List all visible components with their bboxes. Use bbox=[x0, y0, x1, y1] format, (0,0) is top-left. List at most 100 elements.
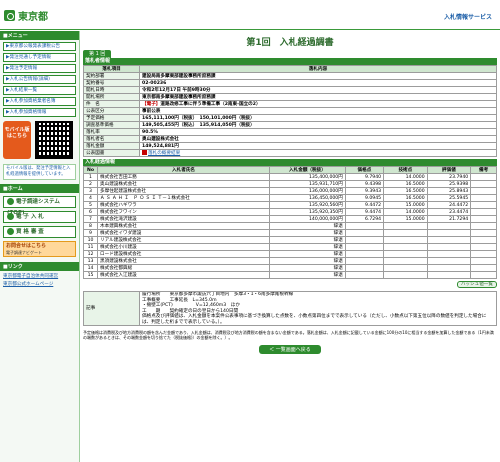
bid-no: 13 bbox=[83, 257, 98, 265]
sidebar-item-bid-results[interactable]: ▶入札結果一覧 bbox=[3, 86, 76, 95]
bidder-name: 株式会社フワイン bbox=[96, 208, 271, 216]
link-tokyo-official[interactable]: 東京都公式ホームページ bbox=[3, 281, 76, 287]
bid-remarks bbox=[470, 201, 497, 209]
logo-text: 東京都 bbox=[18, 12, 48, 23]
info-value: 149,524,881円 bbox=[139, 142, 497, 150]
bid-remarks bbox=[470, 194, 497, 202]
pdf-icon bbox=[142, 150, 147, 155]
bid-results-table: No 入札者氏名 入札金額（税抜） 価格点 技術点 評価値 備考 1 株式会社吉田… bbox=[83, 166, 497, 279]
tech-score bbox=[383, 264, 428, 272]
bidder-name: 株式会社ハギワラ bbox=[96, 201, 271, 209]
qualification-review-button[interactable]: 資 格 審 査 bbox=[3, 226, 76, 238]
evaluation-value: 23.7940 bbox=[426, 173, 472, 181]
tech-score bbox=[383, 257, 428, 265]
info-label: 落札金額 bbox=[83, 142, 140, 150]
evaluation-value: 25.8943 bbox=[426, 187, 472, 195]
bid-remarks bbox=[470, 236, 497, 244]
table-row: 2 奥山建設株式会社 135,931,710円 9.4398 16.5000 25.939… bbox=[83, 180, 497, 188]
column-header: 入札者氏名 bbox=[96, 166, 271, 174]
column-header: 技術点 bbox=[383, 166, 428, 174]
bidder-name: 株式会社吉田工務 bbox=[96, 173, 271, 181]
info-row: 予定価格 165,111,100円（税抜） 150,101,000円（税抜） bbox=[83, 114, 497, 122]
main-content: 第1回 入札経過調書 第 1 回 落札者情報 落札項目 落札内容 契約部署 建設局… bbox=[83, 31, 497, 462]
bid-no: 8 bbox=[83, 222, 98, 230]
info-value-text: 建設局南多摩東部建設事務所庶務課 bbox=[142, 74, 216, 79]
table-row: 11 株式会社小川建設 辞退 bbox=[83, 243, 497, 251]
back-to-list-button[interactable]: ＜ 一覧画面へ戻る bbox=[259, 345, 321, 354]
tab-round-1[interactable]: 第 1 回 bbox=[83, 50, 112, 58]
info-value[interactable]: 落札の概要結果 bbox=[139, 149, 497, 157]
back-button-wrap: ＜ 一覧画面へ戻る bbox=[83, 345, 497, 354]
info-label: 落札者名 bbox=[83, 135, 140, 143]
tech-score bbox=[383, 271, 428, 279]
price-score bbox=[344, 222, 385, 230]
evaluation-value bbox=[426, 229, 472, 237]
remarks-content: 履行場所 東京都多摩市諏訪六丁目地内 多摩3・1・6南多摩尾根幹線 工事概要 工… bbox=[139, 291, 497, 326]
bid-remarks bbox=[470, 222, 497, 230]
bid-remarks bbox=[470, 215, 497, 223]
price-score bbox=[344, 243, 385, 251]
info-label: 公表図書 bbox=[83, 149, 140, 157]
bid-remarks bbox=[470, 243, 497, 251]
mobile-note: モバイル版は、発注予定情報と入札経過情報を提供しています。 bbox=[3, 164, 76, 180]
evaluation-value: 23.4474 bbox=[426, 208, 472, 216]
e-procurement-top-button[interactable]: 電子調達システム(TOP) bbox=[3, 196, 76, 216]
tokyo-logo[interactable]: 東京都 bbox=[4, 8, 48, 23]
info-value: 令和2年12月17日 午前9時30分 bbox=[139, 86, 497, 94]
evaluation-value: 25.9398 bbox=[426, 180, 472, 188]
tech-score bbox=[383, 243, 428, 251]
tech-score bbox=[383, 236, 428, 244]
price-score: 9.4472 bbox=[344, 201, 385, 209]
sidebar-item-order-plan[interactable]: ▶発注予定情報 bbox=[3, 64, 76, 73]
bid-remarks bbox=[470, 250, 497, 258]
bid-no: 1 bbox=[83, 173, 98, 181]
sidebar-item-qualified-list[interactable]: ▶入札参加資格業者名簿 bbox=[3, 97, 76, 106]
tech-score: 14.0000 bbox=[383, 173, 428, 181]
table-row: 13 黒須建設株式会社 辞退 bbox=[83, 257, 497, 265]
sidebar-item-bid-notice[interactable]: ▶入札公告情報(詳細) bbox=[3, 75, 76, 84]
bid-amount: 辞退 bbox=[269, 243, 346, 251]
sidebar-item-forecast[interactable]: ▶発注見通し予定情報 bbox=[3, 53, 76, 62]
sidebar-links-heading: ■リンク bbox=[0, 262, 79, 271]
bidder-name: 黒須建設株式会社 bbox=[96, 257, 271, 265]
info-row: 公表区分 事前公表 bbox=[83, 107, 497, 115]
bid-no: 3 bbox=[83, 187, 98, 195]
info-value-text: 165,111,100円（税抜） 150,101,000円（税抜） bbox=[142, 116, 255, 121]
mobile-version-button[interactable]: モバイル版 はこちら bbox=[3, 121, 31, 159]
info-row: 落札者名 奥山建設株式会社 bbox=[83, 135, 497, 143]
table-header-row: 落札項目 落札内容 bbox=[83, 65, 497, 73]
tech-score: 16.5000 bbox=[383, 187, 428, 195]
document-link[interactable]: 落札の概要結果 bbox=[148, 151, 180, 156]
table-row: 7 株式会社滝沢建設 140,000,000円 6.7294 15.0000 21.729… bbox=[83, 215, 497, 223]
sidebar-item-qualification[interactable]: ▶入札参加資格情報 bbox=[3, 108, 76, 117]
hash-list-button[interactable]: ハッシュ値一覧 bbox=[456, 281, 497, 288]
contact-button[interactable]: お問合せはこちら 電子調達ナビゲート bbox=[3, 241, 76, 257]
info-label: 契約部署 bbox=[83, 72, 140, 80]
info-value: 02-00236 bbox=[139, 79, 497, 87]
info-label: 公表区分 bbox=[83, 107, 140, 115]
price-score: 9.3943 bbox=[344, 187, 385, 195]
bid-no: 10 bbox=[83, 236, 98, 244]
price-score: 6.7294 bbox=[344, 215, 385, 223]
link-joint-operation[interactable]: 東京都電子自治体共同運営 bbox=[3, 273, 76, 279]
footnote: 予定価格は消費税及び地方消費税の額を含んだ金額であり、入札金額は、消費税及び地方… bbox=[83, 330, 494, 340]
price-score: 9.4398 bbox=[344, 180, 385, 188]
column-header: 価格点 bbox=[344, 166, 385, 174]
bid-amount: 辞退 bbox=[269, 257, 346, 265]
bidder-name: ロード建設株式会社 bbox=[96, 250, 271, 258]
bid-remarks bbox=[470, 257, 497, 265]
remarks-row: 記事 履行場所 東京都多摩市諏訪六丁目地内 多摩3・1・6南多摩尾根幹線 工事概… bbox=[83, 291, 497, 326]
remarks-table: 記事 履行場所 東京都多摩市諏訪六丁目地内 多摩3・1・6南多摩尾根幹線 工事概… bbox=[83, 291, 497, 326]
e-bidding-button[interactable]: 電 子 入 札 bbox=[3, 211, 76, 223]
info-value-text: 令和2年12月17日 午前9時30分 bbox=[142, 88, 211, 93]
price-score: 9.7940 bbox=[344, 173, 385, 181]
table-row: 3 多摩住起建設株式会社 136,000,000円 9.3943 16.5000 25.8… bbox=[83, 187, 497, 195]
sidebar-item-gazette[interactable]: ▶東京都公報発表課税公告 bbox=[3, 42, 76, 51]
bid-remarks bbox=[470, 271, 497, 279]
evaluation-value: 25.5945 bbox=[426, 194, 472, 202]
info-value: 165,111,100円（税抜） 150,101,000円（税抜） bbox=[139, 114, 497, 122]
bid-amount: 135,931,710円 bbox=[269, 180, 346, 188]
bid-no: 11 bbox=[83, 243, 98, 251]
price-score: 9.0945 bbox=[344, 194, 385, 202]
bidder-name: 株式会社小川建設 bbox=[96, 243, 271, 251]
